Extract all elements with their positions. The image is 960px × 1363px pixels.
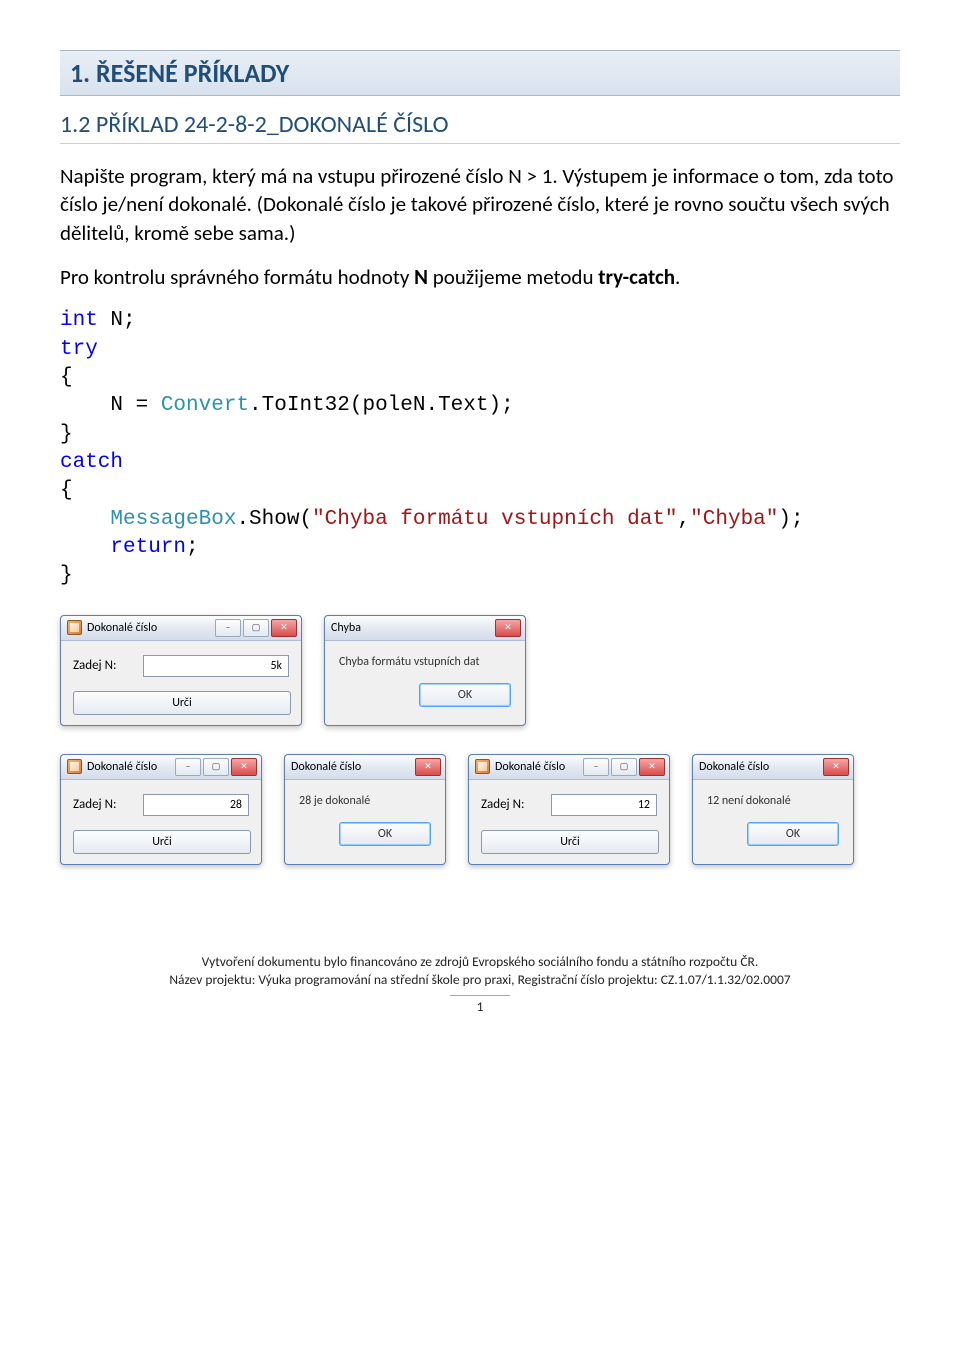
label-zadej-n: Zadej N:	[73, 797, 131, 812]
app-window: Dokonalé číslo – ▢ ✕ Zadej N: 28 Urči	[60, 754, 262, 865]
label-zadej-n: Zadej N:	[73, 658, 131, 673]
dialog-message: Chyba formátu vstupních dat	[339, 655, 511, 669]
n-input[interactable]: 5k	[143, 655, 289, 677]
title-bar: Dokonalé číslo – ▢ ✕	[61, 616, 301, 641]
bold-n: N	[414, 264, 428, 290]
app-window: Dokonalé číslo – ▢ ✕ Zadej N: 12 Urči	[468, 754, 670, 865]
close-button[interactable]: ✕	[271, 619, 297, 637]
dialog-title: Dokonalé číslo	[699, 760, 769, 774]
n-input[interactable]: 12	[551, 794, 657, 816]
info-dialog: Dokonalé číslo ✕ 28 je dokonalé OK	[284, 754, 446, 865]
dialog-title: Chyba	[331, 621, 361, 635]
title-bar: Dokonalé číslo ✕	[285, 755, 445, 780]
app-window: Dokonalé číslo – ▢ ✕ Zadej N: 5k Urči	[60, 615, 302, 726]
ok-button[interactable]: OK	[339, 822, 431, 846]
window-title: Dokonalé číslo	[495, 760, 565, 774]
urci-button[interactable]: Urči	[73, 691, 291, 715]
dialog-title: Dokonalé číslo	[291, 760, 361, 774]
heading-1: 1. ŘEŠENÉ PŘÍKLADY	[60, 50, 900, 96]
dialog-message: 28 je dokonalé	[299, 794, 431, 808]
text: použijeme metodu	[428, 264, 598, 290]
app-icon	[475, 759, 490, 774]
close-button[interactable]: ✕	[639, 758, 665, 776]
page-number: 1	[450, 995, 510, 1016]
label-zadej-n: Zadej N:	[481, 797, 539, 812]
screenshot-row-1: Dokonalé číslo – ▢ ✕ Zadej N: 5k Urči Ch…	[60, 615, 900, 726]
urci-button[interactable]: Urči	[73, 830, 251, 854]
title-bar: Dokonalé číslo ✕	[693, 755, 853, 780]
app-icon	[67, 620, 82, 635]
window-title: Dokonalé číslo	[87, 621, 157, 635]
minimize-button[interactable]: –	[583, 758, 609, 776]
window-title: Dokonalé číslo	[87, 760, 157, 774]
close-button[interactable]: ✕	[823, 758, 849, 776]
close-button[interactable]: ✕	[231, 758, 257, 776]
maximize-button[interactable]: ▢	[243, 619, 269, 637]
footer-line-1: Vytvoření dokumentu bylo financováno ze …	[40, 953, 920, 971]
dialog-message: 12 není dokonalé	[707, 794, 839, 808]
title-bar: Dokonalé číslo – ▢ ✕	[469, 755, 669, 780]
heading-2: 1.2 PŘÍKLAD 24-2-8-2_DOKONALÉ ČÍSLO	[60, 110, 900, 144]
minimize-button[interactable]: –	[175, 758, 201, 776]
screenshot-row-2: Dokonalé číslo – ▢ ✕ Zadej N: 28 Urči Do…	[60, 754, 900, 865]
title-bar: Dokonalé číslo – ▢ ✕	[61, 755, 261, 780]
close-button[interactable]: ✕	[415, 758, 441, 776]
text: .	[675, 264, 680, 290]
footer: Vytvoření dokumentu bylo financováno ze …	[0, 923, 960, 1027]
code-block: int N; try { N = Convert.ToInt32(poleN.T…	[60, 307, 900, 590]
close-button[interactable]: ✕	[495, 619, 521, 637]
paragraph-1: Napište program, který má na vstupu přir…	[60, 162, 900, 247]
text: Pro kontrolu správného formátu hodnoty	[60, 264, 414, 290]
footer-line-2: Název projektu: Výuka programování na st…	[40, 971, 920, 989]
error-dialog: Chyba ✕ Chyba formátu vstupních dat OK	[324, 615, 526, 726]
title-bar: Chyba ✕	[325, 616, 525, 641]
info-dialog: Dokonalé číslo ✕ 12 není dokonalé OK	[692, 754, 854, 865]
maximize-button[interactable]: ▢	[203, 758, 229, 776]
n-input[interactable]: 28	[143, 794, 249, 816]
maximize-button[interactable]: ▢	[611, 758, 637, 776]
ok-button[interactable]: OK	[747, 822, 839, 846]
app-icon	[67, 759, 82, 774]
ok-button[interactable]: OK	[419, 683, 511, 707]
urci-button[interactable]: Urči	[481, 830, 659, 854]
bold-trycatch: try-catch	[598, 264, 675, 290]
paragraph-2: Pro kontrolu správného formátu hodnoty N…	[60, 263, 900, 291]
minimize-button[interactable]: –	[215, 619, 241, 637]
